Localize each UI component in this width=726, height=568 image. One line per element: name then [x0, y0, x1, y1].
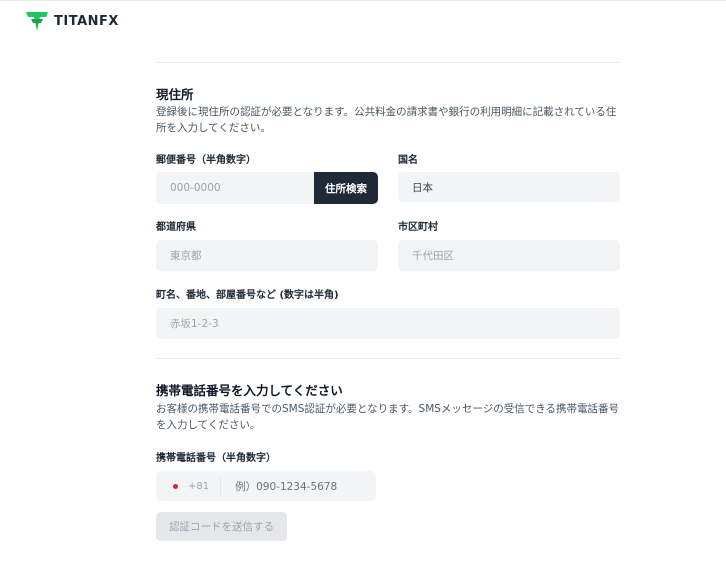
- address-description: 登録後に現住所の認証が必要となります。公共料金の請求書や銀行の利用明細に記載され…: [156, 106, 617, 134]
- phone-description: お客様の携帯電話番号でのSMS認証が必要となります。SMSメッセージの受信できる…: [156, 403, 619, 431]
- address-search-button[interactable]: 住所検索: [314, 172, 378, 204]
- japan-flag-icon: [173, 483, 178, 489]
- country-label: 国名: [398, 155, 418, 166]
- phone-number-input[interactable]: 例）090-1234-5678: [235, 479, 337, 494]
- street-input[interactable]: 赤坂1-2-3: [156, 308, 620, 339]
- phone-section-title: 携帯電話番号を入力してください: [156, 383, 343, 398]
- postal-code-input[interactable]: 000-0000: [156, 172, 318, 204]
- postal-code-label: 郵便番号（半角数字）: [156, 155, 256, 166]
- street-label: 町名、番地、部屋番号など (数字は半角): [156, 290, 339, 301]
- phone-input-group[interactable]: +81 例）090-1234-5678: [156, 471, 376, 501]
- phone-field-divider: [220, 476, 222, 496]
- address-section-title: 現住所: [156, 87, 194, 102]
- section-divider: [156, 358, 620, 359]
- country-code[interactable]: +81: [188, 481, 209, 492]
- logo-wordmark: TITANFX: [54, 13, 119, 29]
- city-input[interactable]: 千代田区: [398, 240, 620, 271]
- prefecture-label: 都道府県: [156, 222, 196, 233]
- country-select[interactable]: 日本: [398, 172, 620, 202]
- prefecture-input[interactable]: 東京都: [156, 240, 378, 271]
- titanfx-shield-icon: [26, 12, 48, 31]
- top-border: [0, 0, 726, 1]
- titanfx-logo[interactable]: TITANFX: [26, 10, 119, 32]
- phone-label: 携帯電話番号（半角数字）: [156, 453, 276, 464]
- city-label: 市区町村: [398, 222, 438, 233]
- section-divider: [156, 62, 620, 63]
- send-verification-code-button[interactable]: 認証コードを送信する: [156, 512, 287, 541]
